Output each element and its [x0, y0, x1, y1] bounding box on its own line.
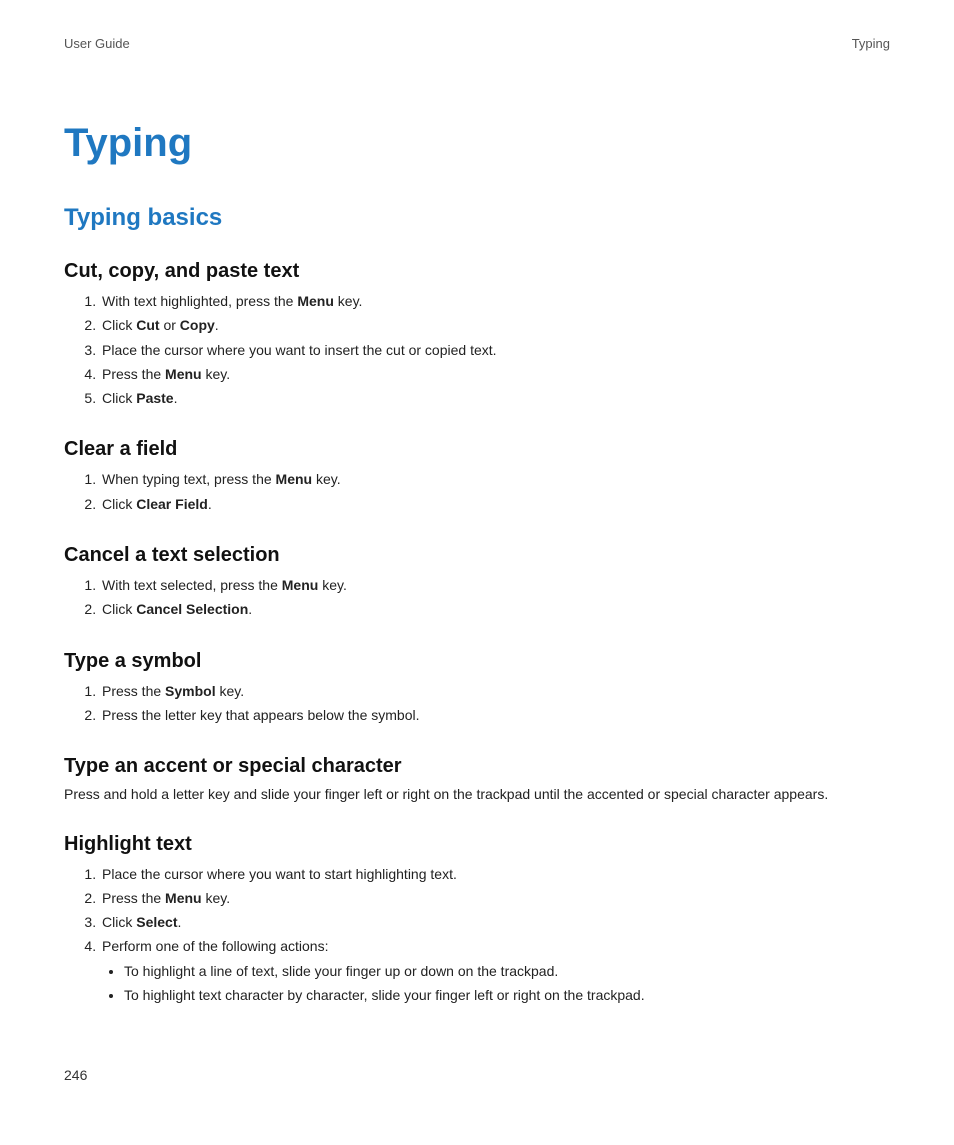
subhead-cancel-selection: Cancel a text selection: [64, 544, 890, 567]
steps-clear-field: When typing text, press the Menu key. Cl…: [64, 467, 890, 516]
running-header: User Guide Typing: [64, 36, 890, 51]
subhead-highlight-text: Highlight text: [64, 833, 890, 856]
list-item: With text selected, press the Menu key.: [100, 573, 890, 597]
subhead-type-accent: Type an accent or special character: [64, 755, 890, 778]
steps-cut-copy-paste: With text highlighted, press the Menu ke…: [64, 289, 890, 410]
list-item: Press the Menu key.: [100, 362, 890, 386]
list-item: Click Paste.: [100, 386, 890, 410]
header-left: User Guide: [64, 36, 130, 51]
page-number: 246: [64, 1067, 87, 1083]
list-item: Click Cut or Copy.: [100, 313, 890, 337]
list-item: Perform one of the following actions: To…: [100, 934, 890, 1009]
list-item: Press the letter key that appears below …: [100, 703, 890, 727]
steps-type-symbol: Press the Symbol key. Press the letter k…: [64, 679, 890, 728]
list-item: When typing text, press the Menu key.: [100, 467, 890, 491]
list-item: To highlight text character by character…: [124, 983, 890, 1007]
block-cancel-selection: Cancel a text selection With text select…: [64, 544, 890, 622]
list-item: Press the Menu key.: [100, 886, 890, 910]
block-clear-field: Clear a field When typing text, press th…: [64, 438, 890, 516]
sub-bullets: To highlight a line of text, slide your …: [102, 959, 890, 1008]
list-item: With text highlighted, press the Menu ke…: [100, 289, 890, 313]
page-title: Typing: [64, 121, 890, 166]
subhead-cut-copy-paste: Cut, copy, and paste text: [64, 260, 890, 283]
list-item: Click Cancel Selection.: [100, 597, 890, 621]
list-item: Place the cursor where you want to inser…: [100, 338, 890, 362]
page: User Guide Typing Typing Typing basics C…: [0, 0, 954, 1145]
block-highlight-text: Highlight text Place the cursor where yo…: [64, 833, 890, 1010]
steps-highlight-text: Place the cursor where you want to start…: [64, 862, 890, 1010]
steps-cancel-selection: With text selected, press the Menu key. …: [64, 573, 890, 622]
list-item: To highlight a line of text, slide your …: [124, 959, 890, 983]
block-cut-copy-paste: Cut, copy, and paste text With text high…: [64, 260, 890, 410]
list-item: Press the Symbol key.: [100, 679, 890, 703]
block-type-symbol: Type a symbol Press the Symbol key. Pres…: [64, 650, 890, 728]
block-type-accent: Type an accent or special character Pres…: [64, 755, 890, 804]
list-item: Click Select.: [100, 910, 890, 934]
subhead-clear-field: Clear a field: [64, 438, 890, 461]
section-heading: Typing basics: [64, 204, 890, 232]
list-item: Place the cursor where you want to start…: [100, 862, 890, 886]
header-right: Typing: [852, 36, 890, 51]
list-item: Click Clear Field.: [100, 492, 890, 516]
para-type-accent: Press and hold a letter key and slide yo…: [64, 784, 890, 804]
subhead-type-symbol: Type a symbol: [64, 650, 890, 673]
